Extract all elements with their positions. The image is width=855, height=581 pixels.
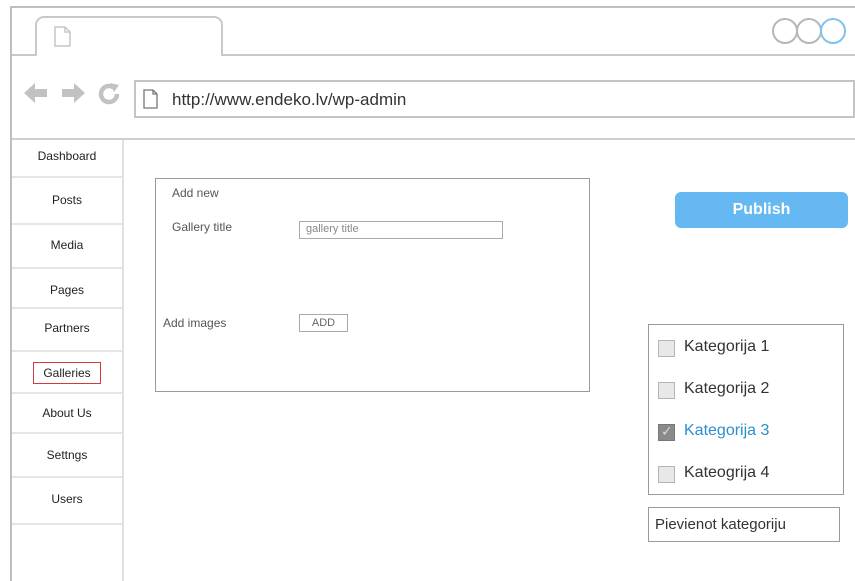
sidebar-item-about-us[interactable]: About Us <box>12 406 122 420</box>
add-images-label: Add images <box>163 316 227 330</box>
sidebar-item-label: Media <box>50 238 84 252</box>
add-category-button[interactable]: Pievienot kategoriju <box>648 507 840 542</box>
arrow-left-icon[interactable] <box>24 82 48 108</box>
sidebar-item-media[interactable]: Media <box>12 238 122 252</box>
category-label: Kategorija 2 <box>684 380 770 397</box>
sidebar-item-dashboard[interactable]: Dashboard <box>12 149 122 163</box>
sidebar-item-partners[interactable]: Partners <box>12 321 122 335</box>
sidebar-divider <box>12 176 122 178</box>
category-label: Kategorija 3 <box>684 422 770 439</box>
window-circle-icon[interactable] <box>796 18 822 44</box>
sidebar-item-label: Users <box>51 492 83 506</box>
reload-icon[interactable] <box>97 82 121 110</box>
publish-button[interactable]: Publish <box>675 192 848 228</box>
add-gallery-panel <box>155 178 590 392</box>
admin-sidebar: Dashboard Posts Media Pages Partners Gal… <box>12 140 124 581</box>
category-checkbox-checked[interactable] <box>658 423 675 441</box>
form-heading: Add new <box>172 186 219 200</box>
sidebar-divider <box>12 523 122 525</box>
sidebar-divider <box>12 223 122 225</box>
sidebar-item-users[interactable]: Users <box>12 492 122 506</box>
page-icon <box>54 26 71 47</box>
sidebar-divider <box>12 350 122 352</box>
window-circle-icon[interactable] <box>820 18 846 44</box>
arrow-right-icon[interactable] <box>61 82 85 108</box>
sidebar-divider <box>12 267 122 269</box>
page-icon <box>143 89 158 109</box>
sidebar-item-label: About Us <box>42 406 92 420</box>
sidebar-item-pages[interactable]: Pages <box>12 283 122 297</box>
category-checkbox[interactable] <box>658 382 675 399</box>
category-checkbox[interactable] <box>658 466 675 483</box>
category-label: Kateogrija 4 <box>684 464 770 481</box>
category-checkbox[interactable] <box>658 340 675 357</box>
sidebar-item-label: Partners <box>44 321 90 335</box>
window-controls <box>772 18 855 46</box>
sidebar-item-galleries[interactable]: Galleries <box>12 362 122 384</box>
sidebar-item-label: Galleries <box>33 362 101 384</box>
browser-tab[interactable] <box>35 16 223 56</box>
sidebar-divider <box>12 307 122 309</box>
sidebar-item-label: Posts <box>51 193 82 207</box>
sidebar-item-label: Dashboard <box>37 149 97 163</box>
sidebar-item-label: Pages <box>49 283 85 297</box>
sidebar-item-posts[interactable]: Posts <box>12 193 122 207</box>
category-label: Kategorija 1 <box>684 338 770 355</box>
sidebar-item-label: Settngs <box>46 448 88 462</box>
sidebar-divider <box>12 432 122 434</box>
gallery-title-input[interactable]: gallery title <box>299 221 503 239</box>
url-text: http://www.endeko.lv/wp-admin <box>172 90 407 109</box>
window-circle-icon[interactable] <box>772 18 798 44</box>
sidebar-divider <box>12 476 122 478</box>
address-bar[interactable]: http://www.endeko.lv/wp-admin <box>134 80 855 118</box>
gallery-title-label: Gallery title <box>172 220 233 234</box>
header-divider <box>12 138 855 140</box>
add-images-button[interactable]: ADD <box>299 314 348 332</box>
sidebar-item-settings[interactable]: Settngs <box>12 448 122 462</box>
sidebar-divider <box>12 392 122 394</box>
